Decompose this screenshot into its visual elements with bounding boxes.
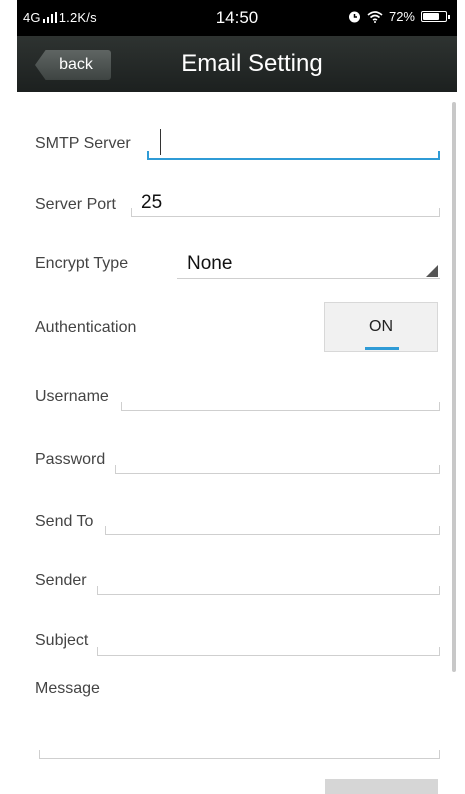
encrypt-type-value[interactable]: None	[187, 253, 232, 275]
server-port-label: Server Port	[35, 196, 116, 213]
battery-cap	[448, 15, 450, 19]
password-label: Password	[35, 451, 106, 468]
subject-field[interactable]	[97, 647, 440, 656]
username-label: Username	[35, 388, 109, 405]
save-button[interactable]	[325, 779, 438, 794]
toggle-on-indicator	[365, 347, 399, 350]
battery-percent: 72%	[388, 9, 415, 24]
authentication-label: Authentication	[35, 319, 137, 336]
encrypt-type-label: Encrypt Type	[35, 255, 129, 272]
status-right: 72%	[348, 9, 450, 24]
server-port-field[interactable]	[131, 208, 440, 217]
email-setting-screen: 4G 1.2K/s 14:50 72% back Email Setting SM…	[0, 0, 465, 794]
authentication-toggle-label: ON	[369, 318, 393, 335]
password-field[interactable]	[115, 465, 440, 474]
encrypt-type-spinner[interactable]	[177, 277, 440, 279]
sender-label: Sender	[35, 572, 87, 589]
send-to-field[interactable]	[105, 526, 440, 535]
email-settings-form: SMTP Server Server Port 25 Encrypt Type …	[17, 92, 457, 794]
send-to-label: Send To	[35, 513, 94, 530]
page-title: Email Setting	[181, 50, 323, 77]
smtp-server-field[interactable]	[147, 151, 440, 160]
sender-field[interactable]	[97, 586, 440, 595]
smtp-server-label: SMTP Server	[35, 135, 131, 152]
username-field[interactable]	[121, 402, 440, 411]
subject-label: Subject	[35, 632, 89, 649]
message-field[interactable]	[39, 750, 440, 759]
dropdown-arrow-icon[interactable]	[426, 265, 438, 277]
wifi-icon	[367, 10, 383, 23]
battery-fill	[423, 13, 439, 20]
title-bar: back Email Setting	[17, 36, 457, 92]
battery-icon	[421, 11, 450, 22]
scrollbar[interactable]	[452, 102, 456, 672]
message-label: Message	[35, 680, 100, 697]
alarm-icon	[348, 11, 360, 23]
authentication-toggle[interactable]: ON	[324, 302, 438, 352]
status-bar: 4G 1.2K/s 14:50 72%	[17, 0, 457, 36]
